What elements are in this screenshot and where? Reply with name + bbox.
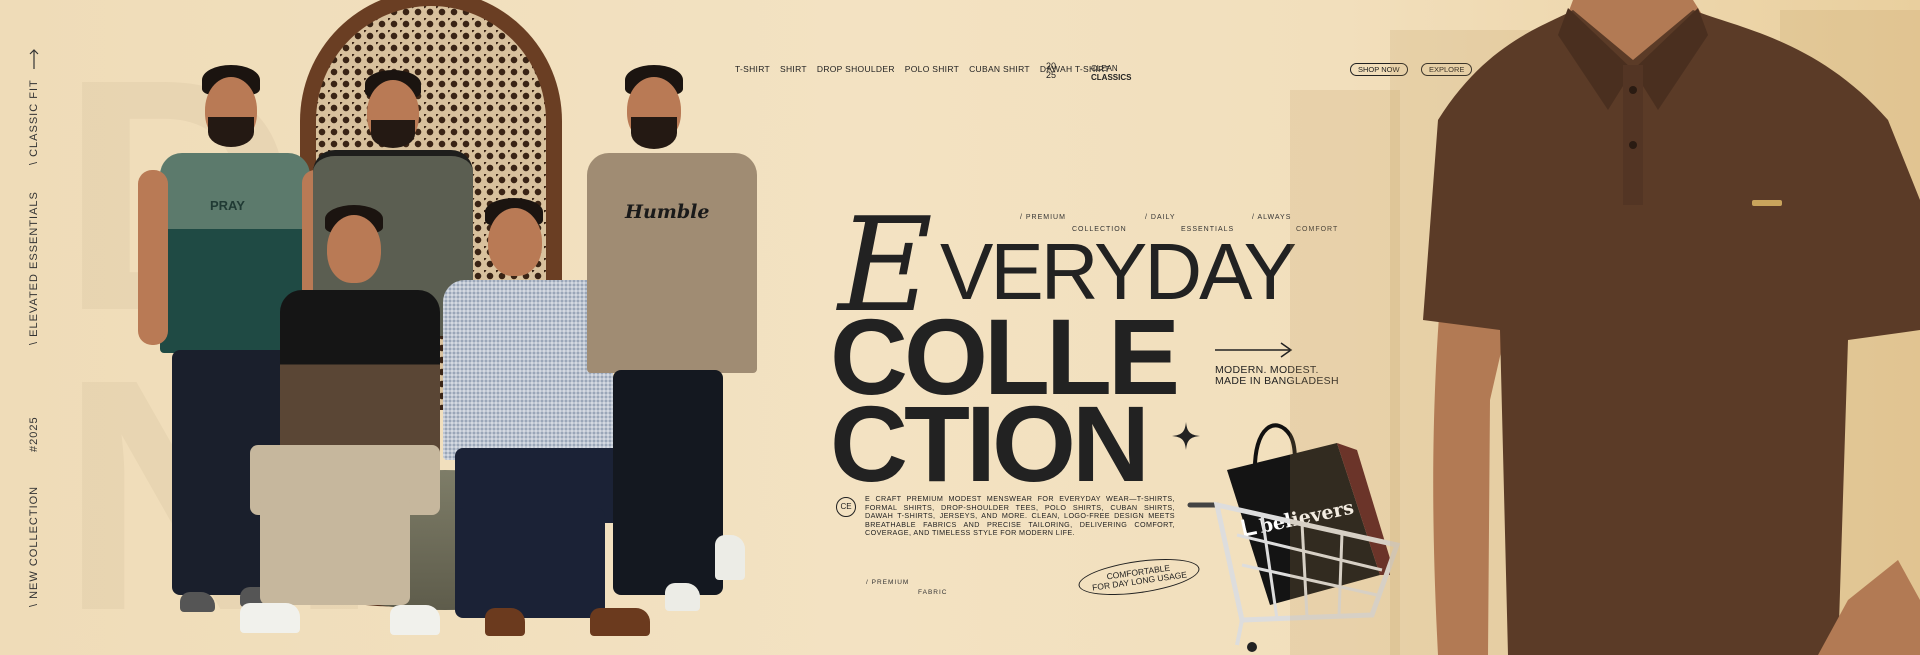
- nav-item-polo-shirt[interactable]: POLO SHIRT: [905, 64, 959, 74]
- model-shoe: [240, 603, 300, 633]
- tag-text: / PREMIUM: [1020, 214, 1066, 221]
- model-head: [488, 208, 542, 276]
- sparkle-icon: [1172, 422, 1200, 450]
- side-label-elevated-essentials: \ ELEVATED ESSENTIALS: [28, 191, 40, 345]
- model-head: [327, 215, 381, 283]
- model-lower-legs: [260, 495, 410, 605]
- nav-item-cuban-shirt[interactable]: CUBAN SHIRT: [969, 64, 1030, 74]
- collection-description: E CRAFT PREMIUM MODEST MENSWEAR FOR EVER…: [865, 494, 1175, 537]
- up-arrow-icon: [29, 49, 39, 69]
- model-beard: [631, 117, 677, 149]
- nav-item-tshirt[interactable]: T-SHIRT: [735, 64, 770, 74]
- model-shoe: [665, 583, 700, 611]
- model-shoe: [485, 608, 525, 636]
- nav-item-drop-shoulder[interactable]: DROP SHOULDER: [817, 64, 895, 74]
- ce-mark-icon: CE: [836, 497, 856, 517]
- model-arm-left: [138, 170, 168, 345]
- year-badge: 20 25: [1046, 62, 1056, 80]
- classics-label: CLASSICS: [1091, 73, 1132, 82]
- side-label-hashtag: #2025: [28, 416, 40, 452]
- background-building: [1290, 90, 1400, 655]
- model-beard: [208, 117, 254, 147]
- tag-text: / DAILY: [1145, 214, 1176, 221]
- clean-classics-label: CLEAN CLASSICS: [1091, 64, 1131, 82]
- right-arrow-icon: [1215, 342, 1293, 358]
- model-shirt: Humble: [587, 153, 757, 373]
- side-label-new-collection: \ NEW COLLECTION: [28, 485, 40, 607]
- tag-premium-fabric: / PREMIUM FABRIC: [866, 578, 947, 598]
- clean-label: CLEAN: [1091, 64, 1118, 73]
- year-bottom: 25: [1046, 70, 1057, 80]
- shirt-print-humble: Humble: [625, 201, 710, 223]
- model-shirt: [280, 290, 440, 455]
- model-shoe-2: [390, 605, 440, 635]
- tag-text: FABRIC: [918, 589, 948, 596]
- model-beard: [371, 120, 415, 148]
- hero-banner: DE NI \ CLASSIC FIT \ ELEVATED ESSENTIAL…: [0, 0, 1920, 655]
- brown-polo-model: [1423, 0, 1920, 655]
- model-black-brown-polo: [240, 205, 450, 655]
- model-shoe: [180, 592, 215, 612]
- model-beige-tee: Humble: [585, 65, 765, 625]
- model-lower-legs: [455, 508, 605, 618]
- model-legs: [613, 370, 723, 595]
- tag-text: / PREMIUM: [866, 579, 910, 586]
- headline-ction: CTION: [830, 383, 1150, 504]
- shirt-print-pray: PRAY: [210, 198, 245, 213]
- model-shoe-2: [715, 535, 745, 580]
- nav-item-shirt[interactable]: SHIRT: [780, 64, 807, 74]
- side-label-classic-fit: \ CLASSIC FIT: [28, 79, 40, 165]
